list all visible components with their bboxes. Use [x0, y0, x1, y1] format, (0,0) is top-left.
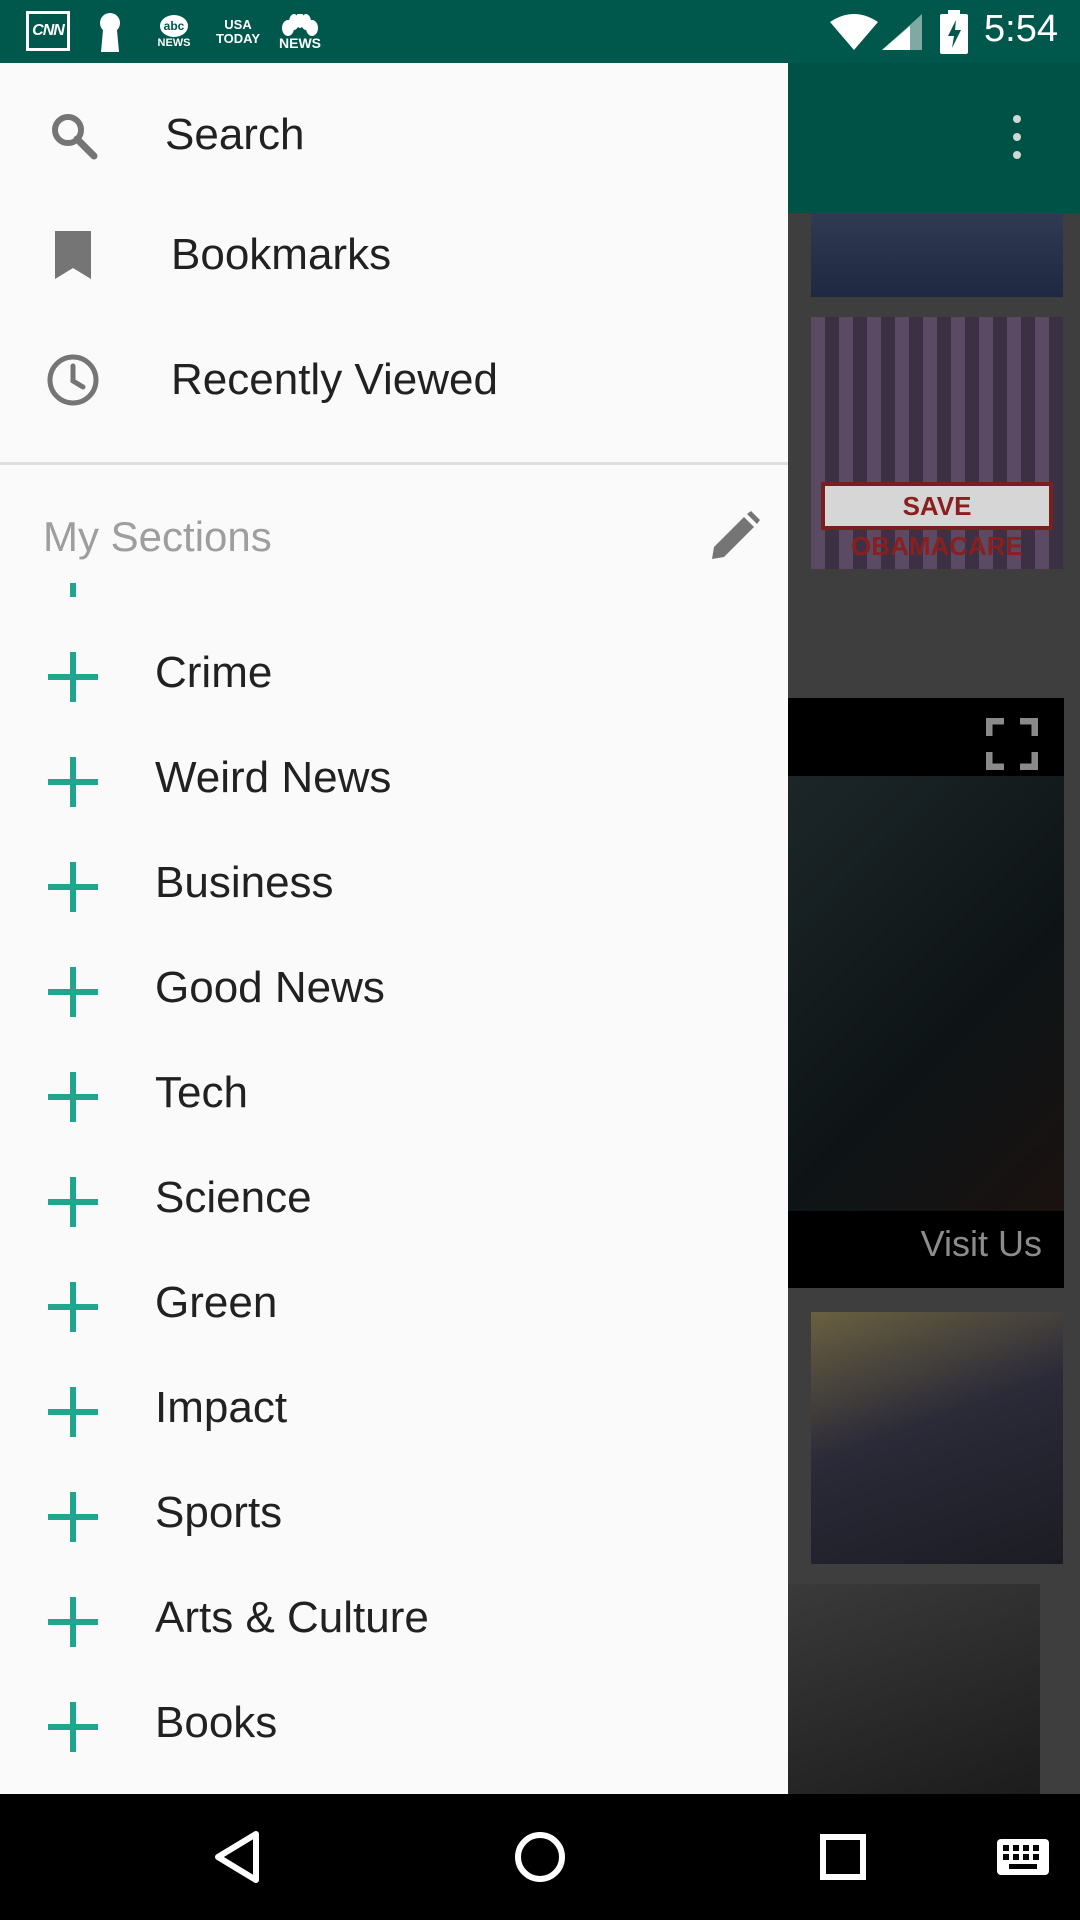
section-label: Weird News — [155, 753, 392, 802]
video-frame — [788, 776, 1064, 1211]
abc-news-icon: abc NEWS — [153, 10, 195, 54]
clock-icon — [44, 351, 102, 409]
section-item-impact[interactable]: Impact — [0, 1359, 788, 1464]
home-icon — [515, 1832, 565, 1882]
section-item-books[interactable]: Books — [0, 1674, 788, 1779]
article-thumbnail[interactable] — [788, 1584, 1040, 1794]
sections-list: Education Crime Weird News Business Good… — [0, 583, 788, 1794]
wifi-icon — [830, 14, 878, 50]
section-item-crime[interactable]: Crime — [0, 624, 788, 729]
back-icon — [215, 1831, 259, 1883]
drawer-item-label: Recently Viewed — [171, 355, 498, 404]
drawer-item-label: Bookmarks — [171, 230, 392, 279]
keyboard-icon — [997, 1839, 1049, 1875]
section-item-good-news[interactable]: Good News — [0, 939, 788, 1044]
section-item-business[interactable]: Business — [0, 834, 788, 939]
section-label: Arts & Culture — [155, 1593, 429, 1642]
keyboard-button[interactable] — [993, 1824, 1053, 1890]
section-label: Green — [155, 1278, 278, 1327]
section-item-science[interactable]: Science — [0, 1149, 788, 1254]
recents-button[interactable] — [808, 1824, 878, 1890]
add-icon[interactable] — [48, 1387, 98, 1437]
search-icon — [44, 106, 102, 164]
cnn-icon: CNN — [26, 11, 70, 51]
video-ad[interactable]: Visit Us — [788, 698, 1064, 1288]
home-button[interactable] — [505, 1824, 575, 1890]
my-sections-header: My Sections — [43, 513, 272, 560]
bookmark-icon — [44, 226, 102, 284]
add-icon[interactable] — [48, 862, 98, 912]
add-icon[interactable] — [48, 1597, 98, 1647]
article-thumbnail[interactable] — [811, 1312, 1063, 1564]
abc-label: abc — [160, 15, 188, 37]
section-label: Science — [155, 1173, 312, 1222]
system-navigation-bar — [0, 1794, 1080, 1920]
add-icon[interactable] — [48, 652, 98, 702]
status-bar: CNN abc NEWS USA TODAY NEWS 5:54 — [0, 0, 1080, 63]
today-label: TODAY — [215, 31, 261, 46]
keyhole-icon — [95, 10, 125, 54]
battery-icon — [940, 10, 968, 54]
edit-icon[interactable] — [708, 511, 760, 563]
article-thumbnail[interactable]: SAVE OBAMACARE — [811, 317, 1063, 569]
section-label: Books — [155, 1698, 278, 1747]
nbc-label: NEWS — [279, 35, 321, 51]
add-icon[interactable] — [48, 583, 98, 597]
nbc-news-icon: NEWS — [276, 10, 324, 54]
section-item-weird-news[interactable]: Weird News — [0, 729, 788, 834]
section-label: Good News — [155, 963, 385, 1012]
section-item-green[interactable]: Green — [0, 1254, 788, 1359]
article-thumbnail[interactable] — [811, 213, 1063, 297]
more-options-icon[interactable] — [1012, 115, 1022, 159]
usa-today-icon: USA TODAY — [212, 10, 264, 54]
usa-label: USA — [224, 17, 252, 32]
abc-sub-label: NEWS — [157, 37, 191, 49]
section-label: Impact — [155, 1383, 288, 1432]
navigation-drawer: Search Bookmarks Recently Viewed My Sect… — [0, 63, 788, 1794]
drawer-item-label: Search — [165, 110, 305, 159]
section-label: Tech — [155, 1068, 248, 1117]
section-label: Crime — [155, 648, 273, 697]
drawer-item-bookmarks[interactable]: Bookmarks — [0, 195, 788, 315]
protest-banner: SAVE OBAMACARE — [821, 482, 1053, 561]
recents-icon — [820, 1834, 866, 1880]
back-button[interactable] — [202, 1824, 272, 1890]
visit-us-link[interactable]: Visit Us — [921, 1223, 1042, 1265]
cnn-label: CNN — [32, 22, 65, 39]
section-label: Education — [155, 583, 351, 593]
app-toolbar — [788, 63, 1080, 213]
section-label: Business — [155, 858, 334, 907]
add-icon[interactable] — [48, 1177, 98, 1227]
section-item-education[interactable]: Education — [0, 583, 788, 624]
section-label: Sports — [155, 1488, 283, 1537]
add-icon[interactable] — [48, 1492, 98, 1542]
add-icon[interactable] — [48, 1282, 98, 1332]
fullscreen-icon[interactable] — [986, 718, 1038, 770]
section-item-tech[interactable]: Tech — [0, 1044, 788, 1149]
section-item-arts-culture[interactable]: Arts & Culture — [0, 1569, 788, 1674]
add-icon[interactable] — [48, 967, 98, 1017]
add-icon[interactable] — [48, 757, 98, 807]
drawer-item-recently-viewed[interactable]: Recently Viewed — [0, 320, 788, 440]
add-icon[interactable] — [48, 1072, 98, 1122]
section-item-sports[interactable]: Sports — [0, 1464, 788, 1569]
signal-icon — [882, 14, 922, 50]
clock-time: 5:54 — [984, 8, 1058, 50]
drawer-item-search[interactable]: Search — [0, 75, 788, 195]
add-icon[interactable] — [48, 1702, 98, 1752]
drawer-divider — [0, 462, 788, 465]
